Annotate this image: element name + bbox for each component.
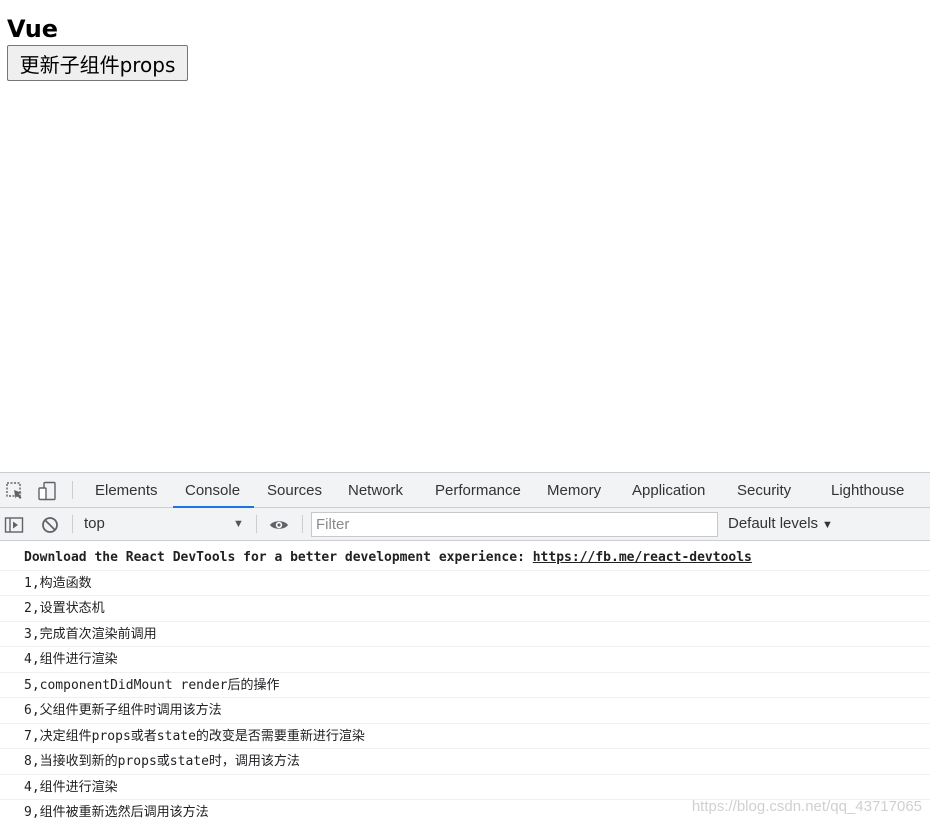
console-message: 4,组件进行渲染 (0, 775, 930, 800)
tab-elements[interactable]: Elements (95, 473, 158, 507)
watermark: https://blog.csdn.net/qq_43717065 (691, 798, 922, 815)
clear-console-icon[interactable] (40, 515, 60, 535)
tab-lighthouse[interactable]: Lighthouse (831, 473, 904, 507)
console-message: 4,组件进行渲染 (0, 647, 930, 673)
tab-security[interactable]: Security (737, 473, 791, 507)
console-message: 1,构造函数 (0, 571, 930, 596)
tab-console[interactable]: Console (172, 473, 255, 508)
console-message: 7,决定组件props或者state的改变是否需要重新进行渲染 (0, 724, 930, 749)
filter-divider (72, 515, 73, 533)
context-dropdown-arrow-icon[interactable]: ▼ (233, 508, 244, 540)
console-message: 5,componentDidMount render后的操作 (0, 673, 930, 698)
console-message: 3,完成首次渲染前调用 (0, 622, 930, 647)
update-child-props-button[interactable]: 更新子组件props (7, 45, 188, 81)
page: Vue 更新子组件props Elements Console Sources … (0, 0, 930, 822)
log-levels-dropdown[interactable]: Default levels ▼ (728, 508, 833, 540)
device-toolbar-icon[interactable] (37, 481, 57, 501)
devtools-panel: Elements Console Sources Network Perform… (0, 472, 930, 822)
react-devtools-link[interactable]: https://fb.me/react-devtools (533, 550, 752, 565)
console-message: 8,当接收到新的props或state时，调用该方法 (0, 749, 930, 775)
devtools-tab-bar: Elements Console Sources Network Perform… (0, 473, 930, 508)
sidebar-toggle-icon[interactable] (4, 515, 24, 535)
console-filter-input[interactable] (311, 512, 718, 537)
levels-dropdown-arrow-icon: ▼ (822, 519, 833, 531)
tab-memory[interactable]: Memory (547, 473, 601, 507)
console-message: 6,父组件更新子组件时调用该方法 (0, 698, 930, 724)
console-messages: Download the React DevTools for a better… (0, 545, 930, 822)
filter-divider-3 (302, 515, 303, 533)
react-devtools-message-text: Download the React DevTools for a better… (24, 550, 533, 565)
log-levels-label: Default levels (728, 515, 819, 532)
filter-divider-2 (256, 515, 257, 533)
context-selector[interactable]: top (84, 508, 249, 540)
toolbar-divider (72, 481, 73, 499)
console-message: 2,设置状态机 (0, 596, 930, 622)
live-expression-eye-icon[interactable] (269, 515, 289, 535)
console-filter-bar: top ▼ Default levels▼ (0, 508, 930, 541)
page-title: Vue (7, 15, 59, 43)
console-message-react-devtools: Download the React DevTools for a better… (0, 545, 930, 571)
tab-performance[interactable]: Performance (435, 473, 521, 507)
tab-network[interactable]: Network (348, 473, 403, 507)
tab-application[interactable]: Application (632, 473, 705, 507)
inspect-element-icon[interactable] (5, 481, 25, 501)
tab-sources[interactable]: Sources (267, 473, 322, 507)
